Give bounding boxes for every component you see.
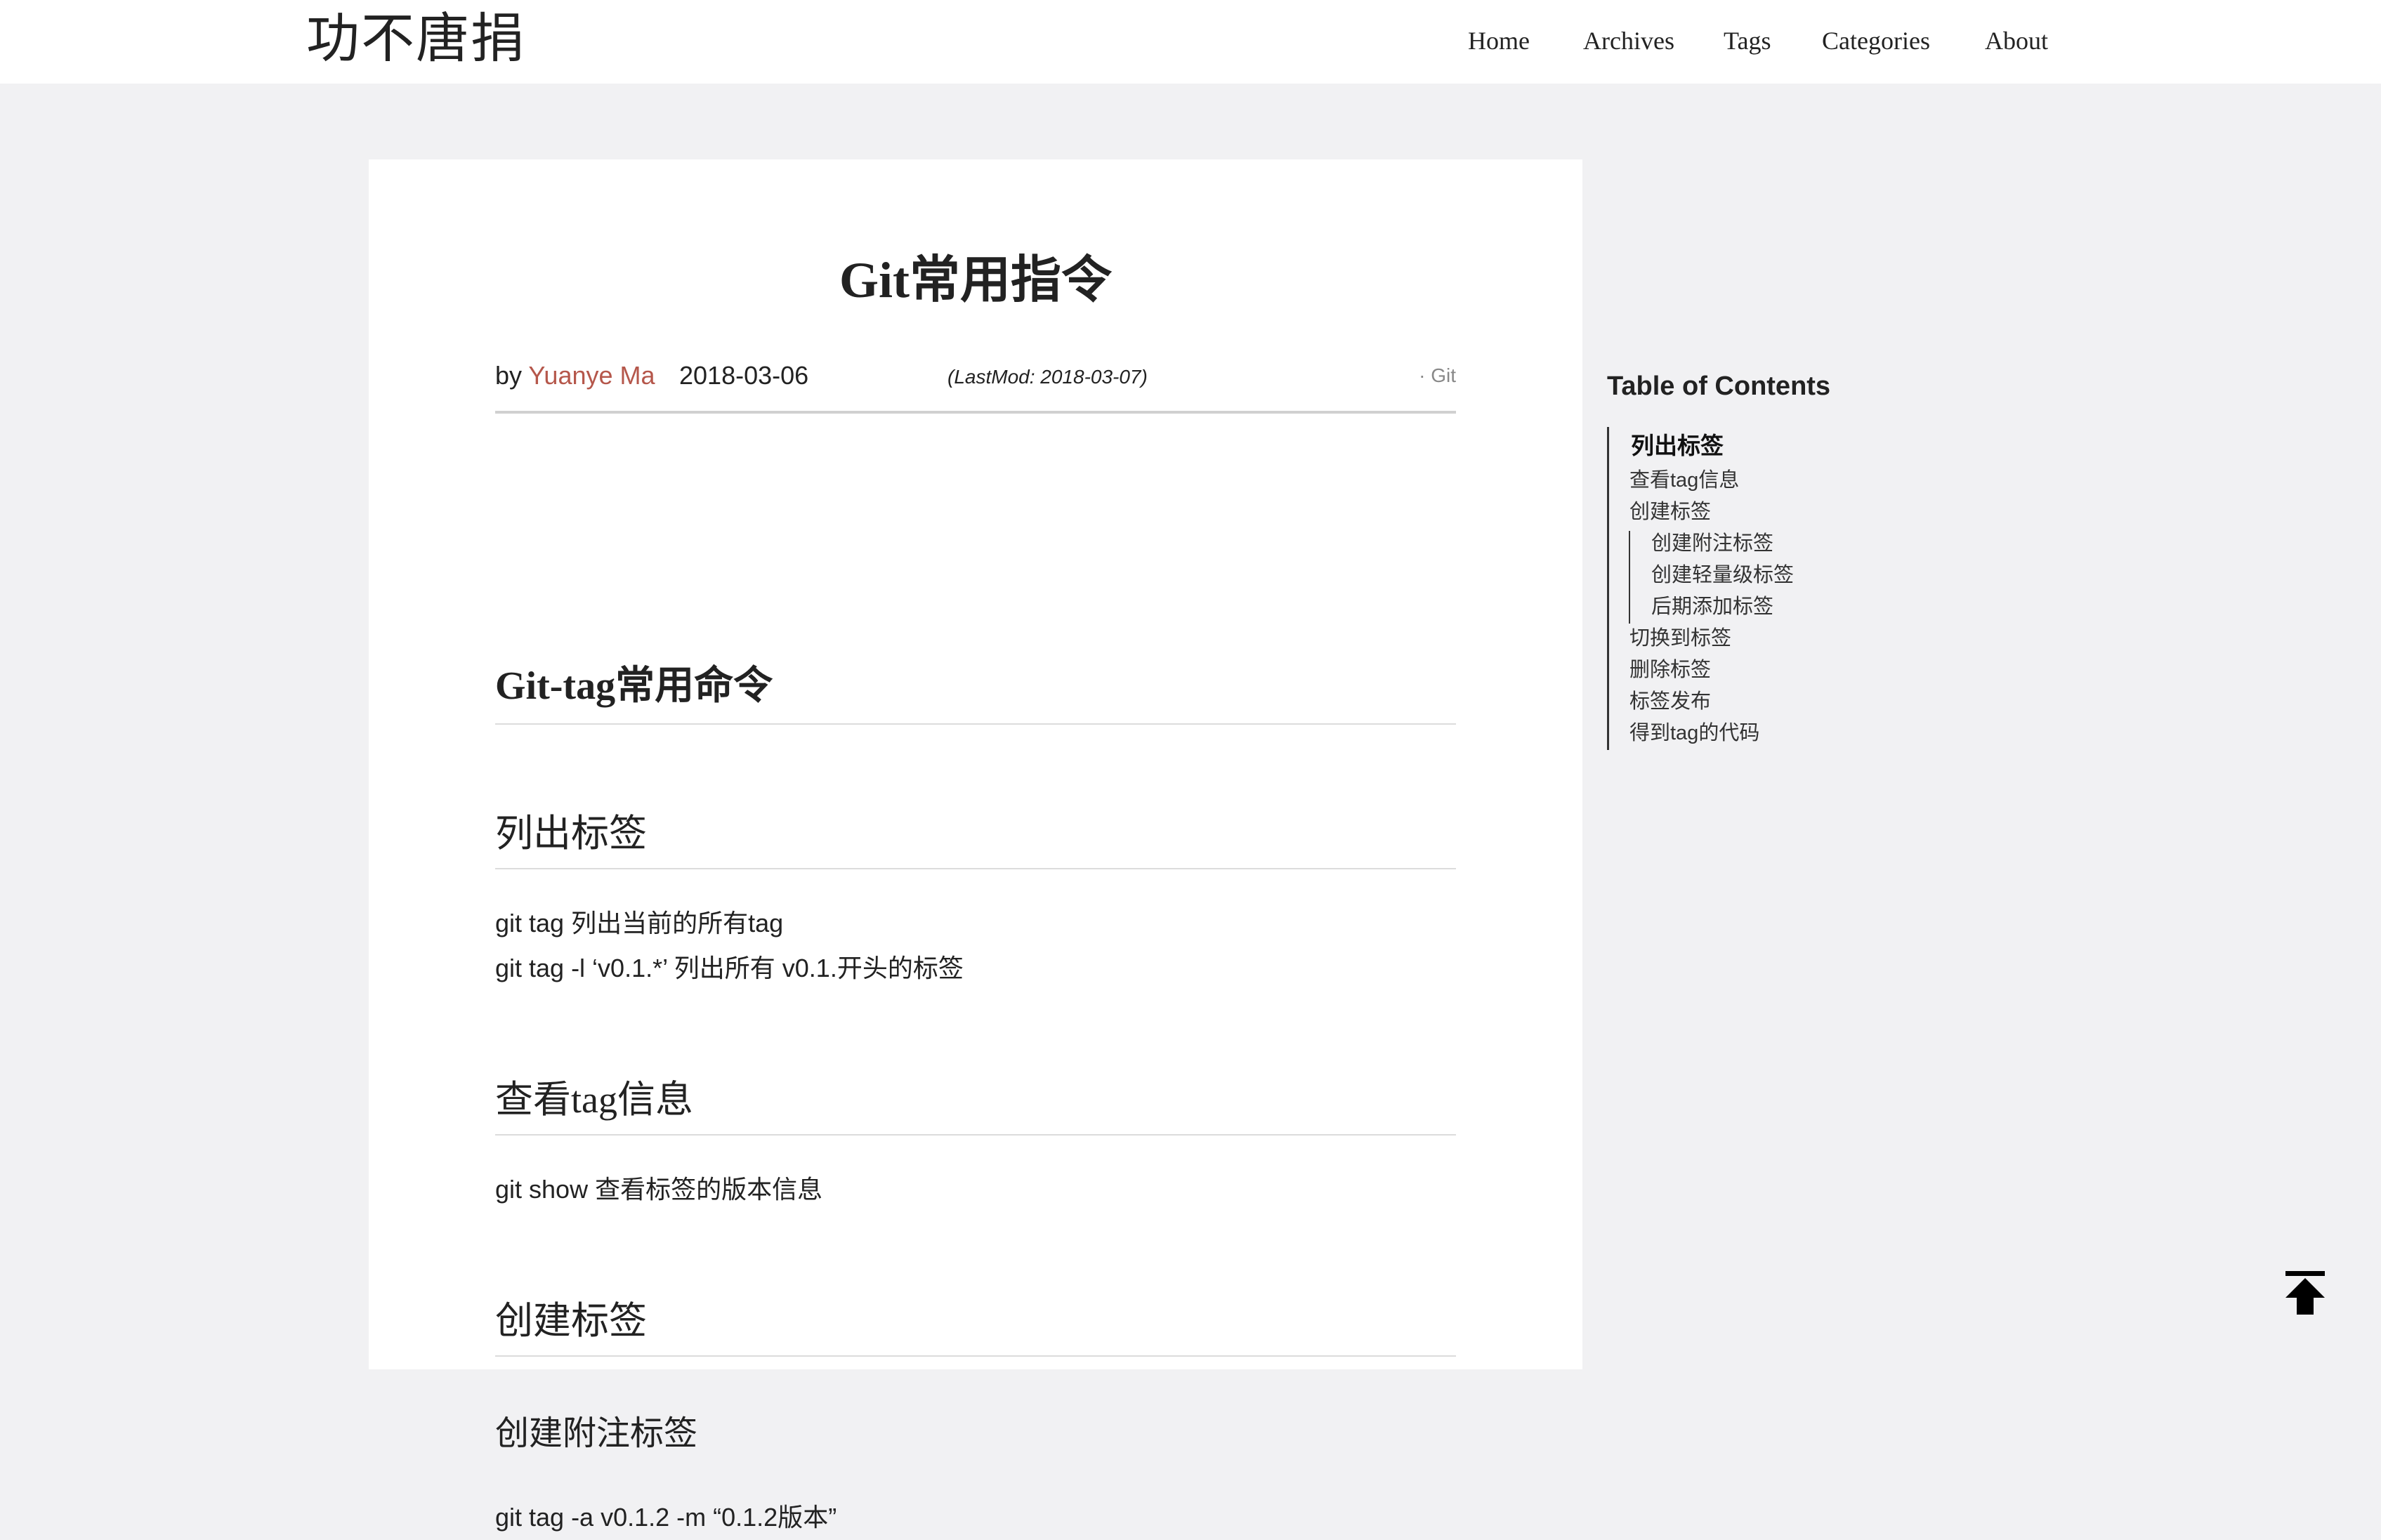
article-card: Git常用指令 by Yuanye Ma 2018-03-06 (LastMod… — [369, 159, 1582, 1532]
heading-divider — [495, 1134, 1456, 1136]
post-date: 2018-03-06 — [679, 361, 809, 390]
toc-item[interactable]: 创建标签 — [1629, 498, 1711, 526]
toc-item[interactable]: 创建轻量级标签 — [1651, 561, 1794, 589]
nav-categories[interactable]: Categories — [1822, 21, 1930, 60]
paragraph-line: git show 查看标签的版本信息 — [495, 1175, 823, 1204]
nav-about[interactable]: About — [1985, 21, 2048, 60]
paragraph-line: git tag 列出当前的所有tag — [495, 909, 784, 937]
toc-item[interactable]: 删除标签 — [1629, 656, 1711, 684]
nav-archives[interactable]: Archives — [1583, 21, 1674, 60]
toc-item[interactable]: 标签发布 — [1629, 687, 1711, 716]
toc-title: Table of Contents — [1607, 371, 1831, 401]
toc-sub-indicator-bar — [1629, 531, 1630, 624]
author-link[interactable]: Yuanye Ma — [528, 361, 655, 390]
nav-tags[interactable]: Tags — [1724, 21, 1771, 60]
category-link[interactable]: · Git — [1419, 355, 1456, 397]
toc-item[interactable]: 后期添加标签 — [1651, 593, 1773, 621]
heading-show-tag: 查看tag信息 — [495, 1079, 693, 1121]
heading-annotated-tag: 创建附注标签 — [495, 1415, 698, 1452]
toc-item[interactable]: 创建附注标签 — [1651, 529, 1773, 558]
by-label: by — [495, 361, 523, 390]
post-title: Git常用指令 — [839, 252, 1112, 308]
paragraph-line: git tag -a v0.1.2 -m “0.1.2版本” — [495, 1503, 837, 1532]
heading-divider — [495, 868, 1456, 869]
toc-indicator-bar — [1607, 427, 1609, 750]
top-bar: 功不唐捐 Home Archives Tags Categories About — [0, 0, 2381, 84]
heading-divider — [495, 723, 1456, 725]
post-meta: by Yuanye Ma 2018-03-06 (LastMod: 2018-0… — [495, 355, 1456, 397]
heading-divider — [495, 1355, 1456, 1357]
toc-item[interactable]: 切换到标签 — [1629, 624, 1731, 652]
toc-item[interactable]: 得到tag的代码 — [1629, 719, 1759, 747]
site-title[interactable]: 功不唐捐 — [306, 4, 525, 74]
heading-list-tags: 列出标签 — [495, 812, 647, 855]
arrow-to-top-icon — [2285, 1271, 2325, 1315]
heading-git-tag: Git-tag常用命令 — [495, 664, 773, 708]
nav-home[interactable]: Home — [1468, 21, 1530, 60]
heading-create-tag: 创建标签 — [495, 1300, 647, 1342]
meta-divider — [495, 411, 1456, 414]
post-byline: by Yuanye Ma — [495, 355, 655, 397]
last-modified: (LastMod: 2018-03-07) — [947, 366, 1148, 388]
back-to-top-button[interactable] — [2281, 1268, 2329, 1317]
toc-item[interactable]: 查看tag信息 — [1629, 466, 1739, 494]
paragraph-line: git tag -l ‘v0.1.*’ 列出所有 v0.1.开头的标签 — [495, 954, 964, 982]
toc-item[interactable]: 列出标签 — [1631, 432, 1724, 460]
